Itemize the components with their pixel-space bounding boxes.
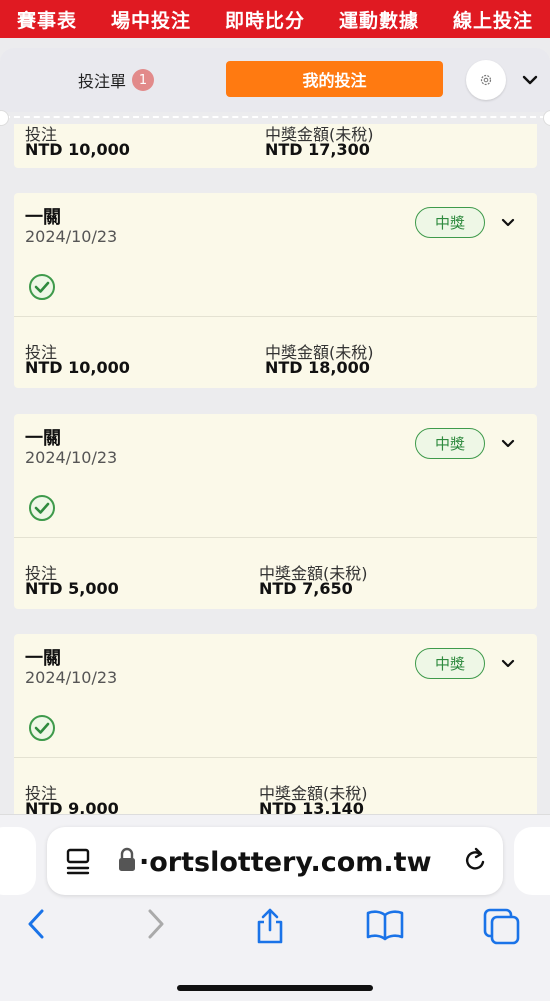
top-nav: 賽事表 場中投注 即時比分 運動數據 線上投注	[0, 0, 550, 38]
stake-value: NTD 10,000	[25, 358, 130, 377]
address-bar[interactable]: ·ortslottery.com.tw	[47, 827, 503, 895]
nav-item-sports-stats[interactable]: 運動數據	[339, 6, 419, 33]
bet-card-partial[interactable]: 投注 NTD 10,000 中獎金額(未稅) NTD 17,300	[14, 124, 537, 168]
collapse-panel-button[interactable]	[518, 68, 542, 92]
forward-icon[interactable]	[142, 907, 168, 941]
bet-panel-header: 投注單 1 我的投注	[0, 48, 550, 112]
bet-type-title: 一關	[25, 428, 61, 449]
page-menu-icon[interactable]	[65, 847, 91, 875]
card-divider	[14, 316, 537, 317]
check-circle-icon	[29, 715, 55, 741]
payout-value: NTD 7,650	[259, 579, 353, 598]
stake-value: NTD 9,000	[25, 799, 119, 814]
check-circle-icon	[29, 274, 55, 300]
bet-slip-count-badge: 1	[132, 69, 155, 91]
status-badge: 中獎	[415, 428, 485, 459]
url-text: ·ortslottery.com.tw	[139, 847, 432, 878]
bet-card[interactable]: 一關 2024/10/23 中獎 投注 NTD 9,000 中獎金額(未稅) N…	[14, 634, 537, 814]
ticket-divider	[4, 116, 546, 118]
stake-value: NTD 5,000	[25, 579, 119, 598]
bookmarks-icon[interactable]	[364, 907, 406, 941]
chevron-down-icon[interactable]	[498, 213, 518, 233]
browser-toolbar: ·ortslottery.com.tw	[0, 814, 550, 1001]
bet-card[interactable]: 一關 2024/10/23 中獎 投注 NTD 10,000 中獎金額(未稅) …	[14, 193, 537, 388]
payout-value: NTD 18,000	[265, 358, 370, 377]
previous-tab-peek[interactable]	[0, 827, 36, 895]
nav-item-live-betting[interactable]: 場中投注	[111, 6, 191, 33]
status-badge: 中獎	[415, 207, 485, 238]
bet-date: 2024/10/23	[25, 668, 118, 687]
payout-value: NTD 17,300	[265, 140, 370, 159]
reload-icon[interactable]	[463, 846, 489, 874]
bet-type-title: 一關	[25, 648, 61, 669]
chevron-down-icon[interactable]	[498, 654, 518, 674]
bets-list[interactable]: 投注 NTD 10,000 中獎金額(未稅) NTD 17,300 一關 202…	[0, 124, 550, 814]
settings-button[interactable]	[466, 60, 506, 100]
nav-item-schedule[interactable]: 賽事表	[17, 6, 77, 33]
card-divider	[14, 757, 537, 758]
gear-icon	[480, 74, 492, 86]
chevron-down-icon[interactable]	[498, 434, 518, 454]
lock-icon	[119, 847, 135, 871]
nav-item-live-scores[interactable]: 即時比分	[225, 6, 305, 33]
next-tab-peek[interactable]	[514, 827, 550, 895]
status-badge: 中獎	[415, 648, 485, 679]
tab-bet-slip[interactable]: 投注單 1	[78, 68, 155, 92]
home-indicator[interactable]	[177, 985, 373, 991]
check-circle-icon	[29, 495, 55, 521]
card-divider	[14, 537, 537, 538]
share-icon[interactable]	[254, 907, 286, 945]
bet-date: 2024/10/23	[25, 227, 118, 246]
back-icon[interactable]	[24, 907, 50, 941]
nav-item-online-betting[interactable]: 線上投注	[453, 6, 533, 33]
chevron-down-icon	[522, 75, 538, 85]
tabs-icon[interactable]	[482, 907, 522, 945]
tab-my-bets[interactable]: 我的投注	[226, 61, 443, 97]
payout-value: NTD 13,140	[259, 799, 364, 814]
bet-type-title: 一關	[25, 207, 61, 228]
bet-date: 2024/10/23	[25, 448, 118, 467]
stake-value: NTD 10,000	[25, 140, 130, 159]
bet-card[interactable]: 一關 2024/10/23 中獎 投注 NTD 5,000 中獎金額(未稅) N…	[14, 414, 537, 609]
bet-slip-label: 投注單	[78, 72, 127, 91]
